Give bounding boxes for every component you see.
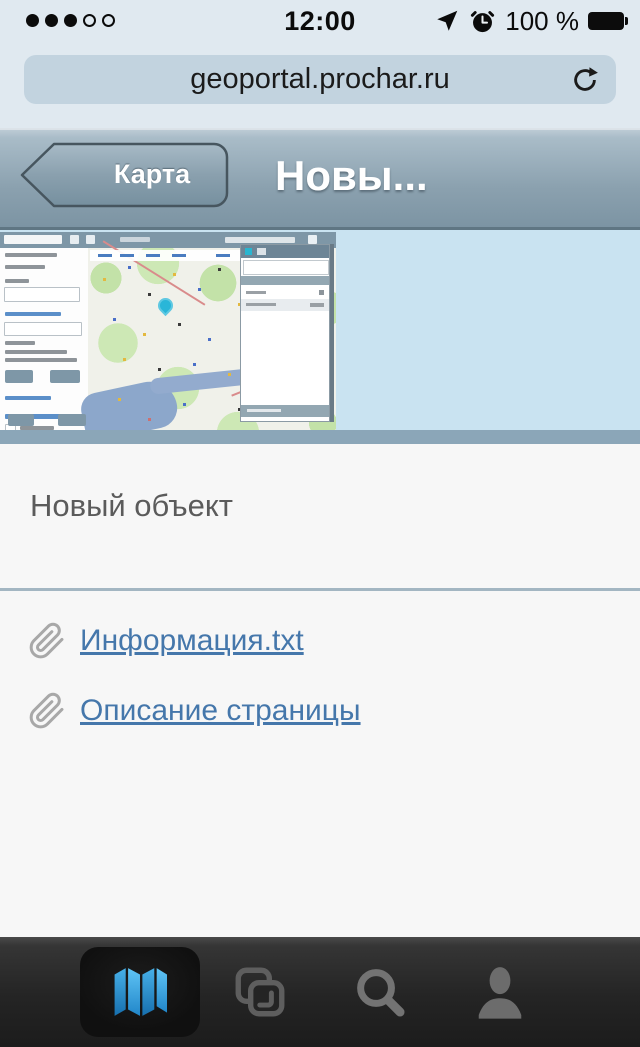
attachment-link-information[interactable]: Информация.txt bbox=[80, 624, 304, 658]
content-divider bbox=[0, 588, 640, 591]
back-button-label: Карта bbox=[78, 142, 226, 206]
battery-icon bbox=[588, 12, 628, 30]
pages-tab-icon bbox=[231, 963, 289, 1021]
bottom-tab-bar bbox=[0, 937, 640, 1047]
paperclip-icon bbox=[28, 692, 66, 730]
page-nav-bar: Карта Новы... bbox=[0, 128, 640, 230]
attachment-row: Описание страницы bbox=[0, 682, 640, 740]
thumbnail-layers-panel bbox=[240, 244, 330, 422]
attachment-link-description[interactable]: Описание страницы bbox=[80, 694, 361, 728]
battery-percent: 100 % bbox=[505, 6, 579, 37]
tab-pages[interactable] bbox=[200, 937, 320, 1047]
page-title: Новы... bbox=[275, 128, 428, 224]
tab-profile[interactable] bbox=[440, 937, 560, 1047]
tab-search[interactable] bbox=[320, 937, 440, 1047]
preview-band bbox=[0, 230, 640, 430]
map-tab-icon bbox=[108, 965, 172, 1019]
page-content: Новый объект Информация.txt Описание стр… bbox=[0, 444, 640, 937]
search-tab-icon bbox=[352, 964, 408, 1020]
attachment-row: Информация.txt bbox=[0, 612, 640, 670]
alarm-clock-icon bbox=[469, 8, 496, 35]
url-text: geoportal.prochar.ru bbox=[190, 63, 450, 96]
map-screenshot-thumbnail bbox=[0, 232, 336, 430]
thumbnail-scrollbar bbox=[330, 244, 334, 422]
paperclip-icon bbox=[28, 622, 66, 660]
back-button-map[interactable]: Карта bbox=[18, 142, 232, 208]
mobile-browser-screen: 12:00 100 % geoportal.prochar.ru bbox=[0, 0, 640, 1047]
section-strip bbox=[0, 430, 640, 444]
thumbnail-button bbox=[8, 414, 34, 426]
tab-map[interactable] bbox=[80, 937, 200, 1047]
profile-tab-icon bbox=[471, 963, 529, 1021]
address-field[interactable]: geoportal.prochar.ru bbox=[24, 55, 616, 104]
status-bar: 12:00 100 % bbox=[0, 0, 640, 47]
reload-icon[interactable] bbox=[570, 65, 600, 95]
object-heading: Новый объект bbox=[30, 488, 233, 524]
map-pin-marker bbox=[155, 295, 176, 316]
thumbnail-button bbox=[58, 414, 86, 426]
browser-url-bar: geoportal.prochar.ru bbox=[0, 47, 640, 128]
thumbnail-left-panel bbox=[0, 248, 89, 430]
location-arrow-icon bbox=[434, 8, 460, 34]
